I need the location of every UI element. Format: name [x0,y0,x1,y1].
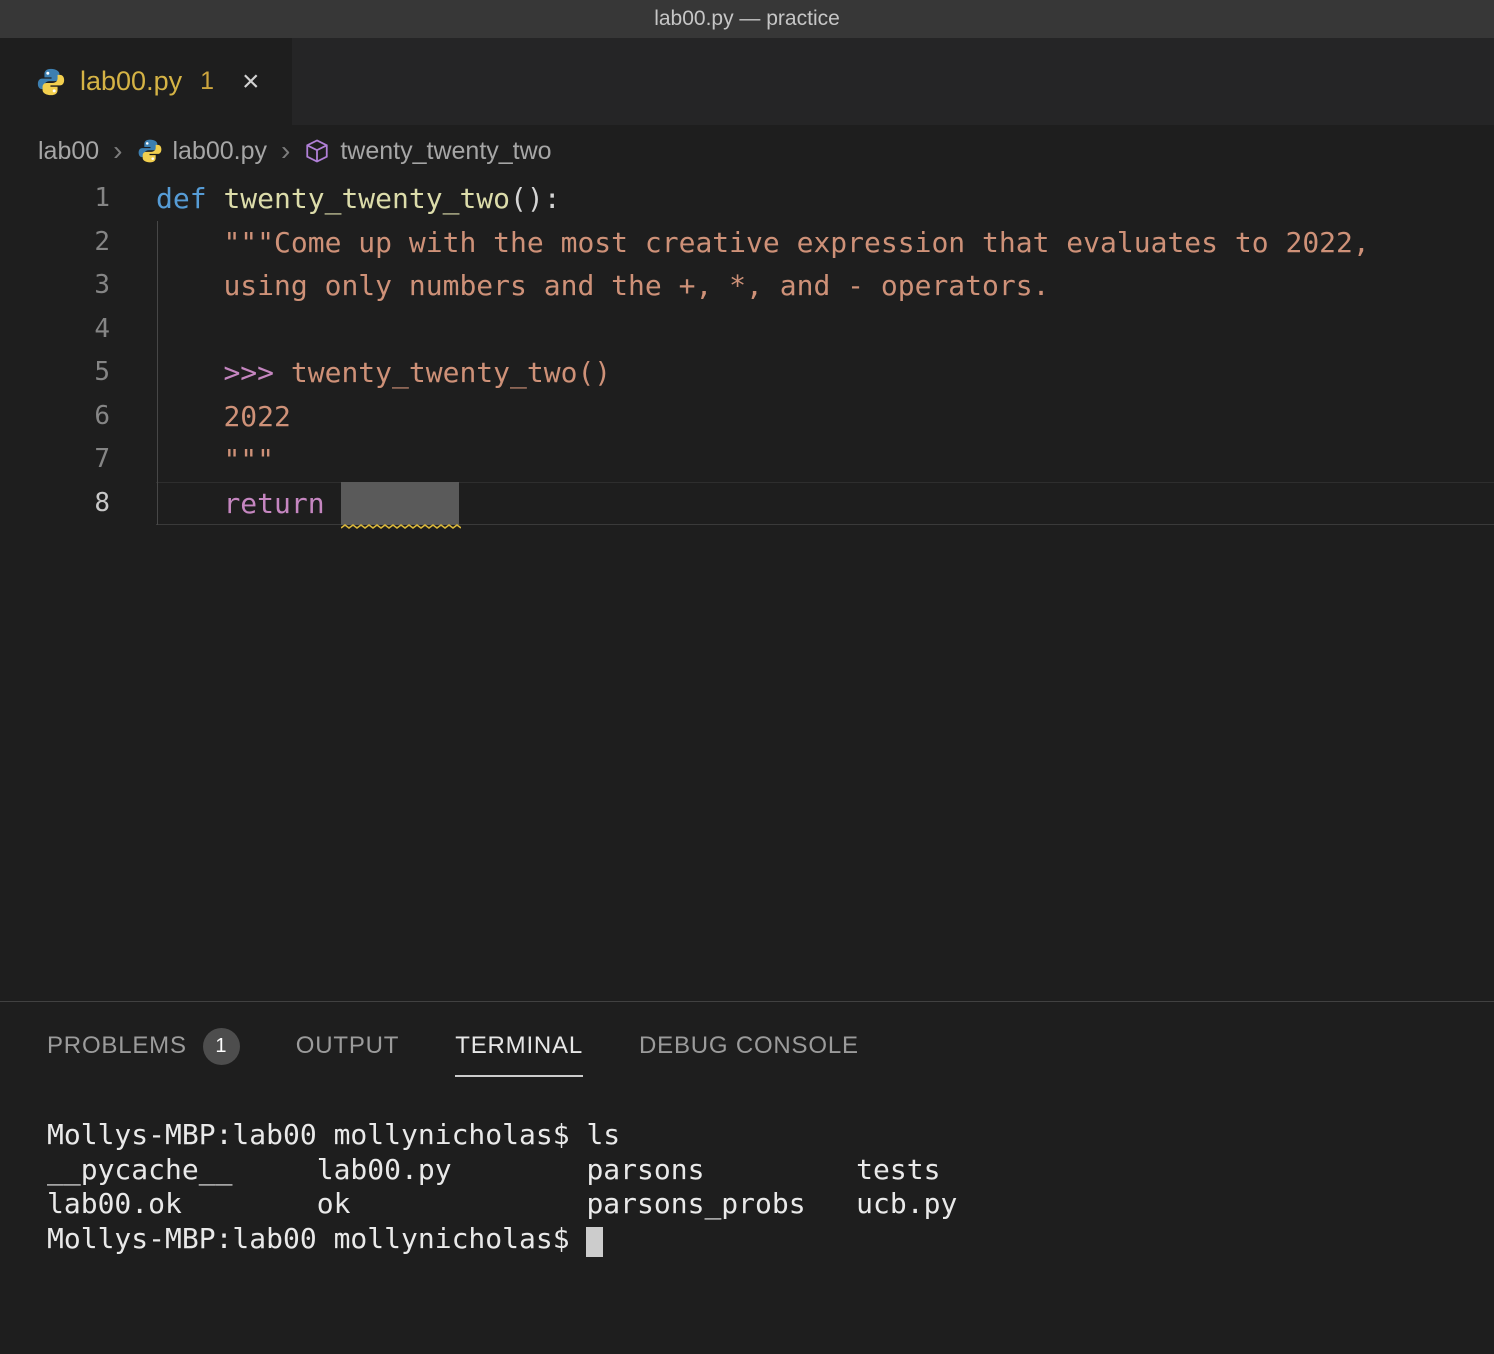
breadcrumb-item-twenty-twenty-two[interactable]: twenty_twenty_two [304,137,551,166]
indent-guide [157,264,158,308]
terminal-line: Mollys-MBP:lab00 mollynicholas$ ls [47,1118,1494,1153]
token-string: 2022 [223,400,290,433]
line-number: 1 [0,177,110,221]
token-plain [156,269,223,302]
breadcrumb-label: twenty_twenty_two [340,137,551,166]
tab-bar: lab00.py 1 × [0,38,1494,125]
tab-problems[interactable]: PROBLEMS 1 [47,1028,240,1065]
line-number: 8 [0,482,110,526]
python-icon [137,138,163,164]
code-editor[interactable]: 1def twenty_twenty_two():2 """Come up wi… [0,177,1494,1001]
indent-guide [157,438,158,482]
panel-tab-label: OUTPUT [296,1032,399,1060]
terminal-line: lab00.ok ok parsons_probs ucb.py [47,1187,1494,1222]
breadcrumb-item-lab00py[interactable]: lab00.py [137,137,268,166]
breadcrumb-item-lab00[interactable]: lab00 [38,137,99,166]
token-plain: (): [510,182,561,215]
indent-guide [157,221,158,265]
token-plain [156,400,223,433]
token-plain [156,356,223,389]
tab-debug-console[interactable]: DEBUG CONSOLE [639,1032,859,1060]
token-string: using only numbers and the +, *, and - o… [223,269,1049,302]
tab-lab00py[interactable]: lab00.py 1 × [0,38,292,125]
line-number: 6 [0,395,110,439]
token-function: twenty_twenty_two [223,182,510,215]
bottom-panel: PROBLEMS 1 OUTPUT TERMINAL DEBUG CONSOLE… [0,1001,1494,1256]
token-prompt: >>> [223,356,290,389]
warning-squiggle-icon [341,524,461,530]
indent-guide [157,395,158,439]
tab-output[interactable]: OUTPUT [296,1032,399,1060]
tab-filename: lab00.py [80,66,182,97]
code-line[interactable]: 2 """Come up with the most creative expr… [0,221,1494,265]
code-line-content[interactable]: using only numbers and the +, *, and - o… [156,264,1494,308]
panel-tab-label: DEBUG CONSOLE [639,1032,859,1060]
code-line[interactable]: 4 [0,308,1494,352]
token-plain [156,443,223,476]
indent-guide [157,482,158,526]
indent-guide [157,351,158,395]
panel-tab-label: TERMINAL [455,1032,583,1060]
code-line-content[interactable]: >>> twenty_twenty_two() [156,351,1494,395]
line-number: 7 [0,438,110,482]
code-line-content[interactable] [156,308,1494,352]
line-number: 2 [0,221,110,265]
close-icon[interactable]: × [242,67,260,97]
symbol-namespace-icon [304,138,330,164]
python-icon [36,67,66,97]
window-title: lab00.py — practice [0,0,1494,38]
panel-tab-label: PROBLEMS [47,1032,187,1060]
token-plain [156,226,223,259]
code-line-content[interactable]: 2022 [156,395,1494,439]
terminal-line: Mollys-MBP:lab00 mollynicholas$ [47,1222,1494,1257]
breadcrumb: lab00 › lab00.py › twenty_twen [0,125,1494,177]
tab-problems-badge: 1 [200,67,214,96]
breadcrumb-label: lab00 [38,137,99,166]
line-number: 4 [0,308,110,352]
token-string: twenty_twenty_two() [291,356,611,389]
tab-terminal[interactable]: TERMINAL [455,1032,583,1060]
terminal-line: __pycache__ lab00.py parsons tests [47,1153,1494,1188]
code-line[interactable]: 5 >>> twenty_twenty_two() [0,351,1494,395]
breadcrumb-label: lab00.py [173,137,268,166]
code-line[interactable]: 7 """ [0,438,1494,482]
line-number: 3 [0,264,110,308]
line-number: 5 [0,351,110,395]
code-line-content[interactable]: def twenty_twenty_two(): [156,177,1494,221]
snippet-placeholder-selection[interactable] [341,482,459,526]
vscode-window: lab00.py — practice lab00.py 1 × lab00 › [0,0,1494,1354]
indent-guide [157,308,158,352]
code-line[interactable]: 3 using only numbers and the +, *, and -… [0,264,1494,308]
panel-tab-bar: PROBLEMS 1 OUTPUT TERMINAL DEBUG CONSOLE [0,1002,1494,1090]
code-line[interactable]: 6 2022 [0,395,1494,439]
editor-lines: 1def twenty_twenty_two():2 """Come up wi… [0,177,1494,525]
code-line-content[interactable]: """Come up with the most creative expres… [156,221,1494,265]
code-line-content[interactable]: return [156,482,1494,526]
code-line[interactable]: 1 def twenty_twenty_two(): [0,177,1494,221]
code-line-content[interactable]: """ [156,438,1494,482]
terminal-content[interactable]: Mollys-MBP:lab00 mollynicholas$ ls__pyca… [0,1090,1494,1256]
token-plain [156,487,223,520]
token-control: return [223,487,341,520]
terminal-cursor [586,1227,603,1257]
token-keyword: def [156,182,223,215]
chevron-right-icon: › [281,137,290,165]
code-line[interactable]: 8 return [0,482,1494,526]
token-string: """Come up with the most creative expres… [223,226,1369,259]
token-string: """ [223,443,274,476]
chevron-right-icon: › [113,137,122,165]
problems-count-badge: 1 [203,1028,240,1065]
